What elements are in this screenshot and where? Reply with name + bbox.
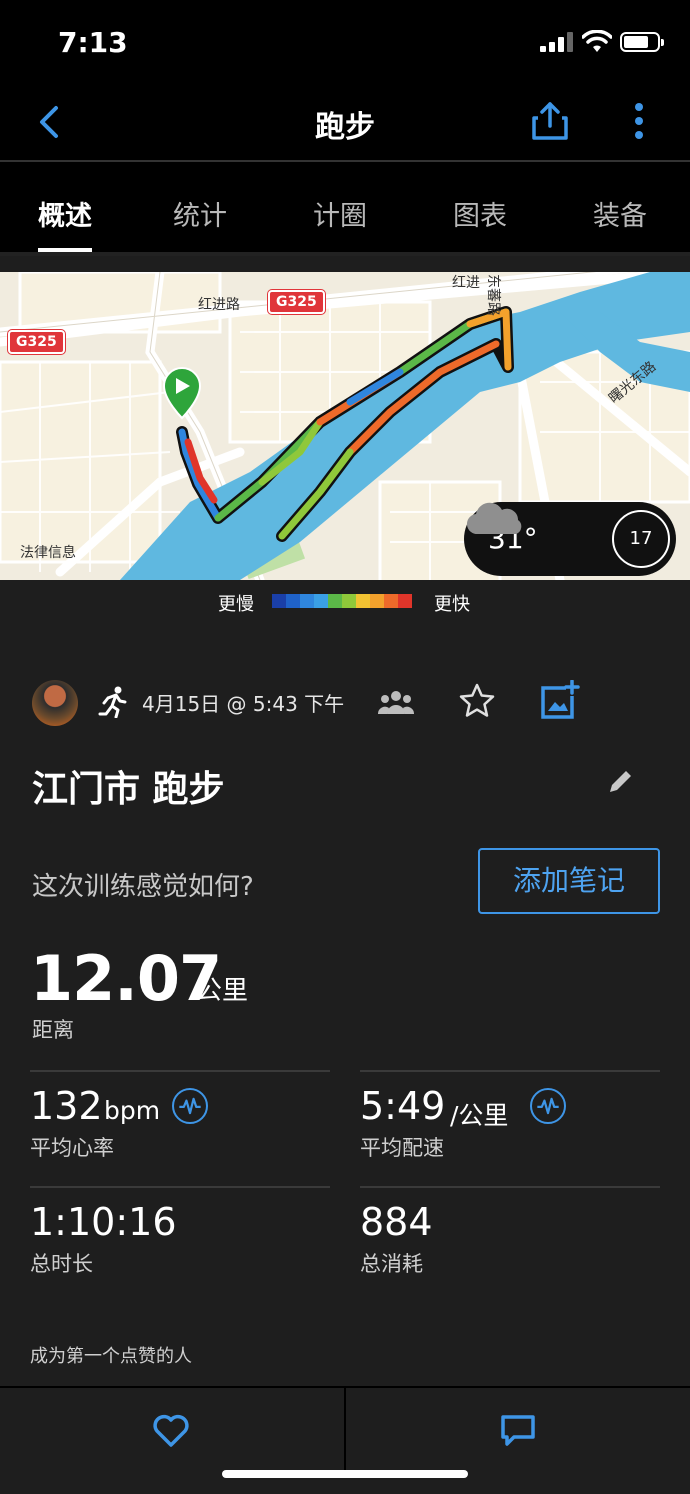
total-time-value: 1:10:16 (30, 1200, 177, 1244)
start-pin-icon (162, 366, 202, 420)
map-label-dongfan: 东蕃路 (485, 274, 501, 316)
like-button[interactable] (0, 1388, 344, 1472)
back-icon[interactable] (30, 102, 70, 142)
divider (30, 1186, 330, 1188)
likes-prompt: 成为第一个点赞的人 (30, 1346, 192, 1367)
edit-icon[interactable] (604, 766, 636, 798)
pace-color-swatch (328, 594, 342, 608)
distance-value: 12.07 (30, 942, 222, 1015)
cloud-icon (466, 502, 522, 535)
tab-stats[interactable]: 统计 (130, 164, 270, 252)
map-label-hongjin: 红进路 (198, 297, 240, 313)
heart-icon (153, 1414, 189, 1447)
legend-slower-label: 更慢 (218, 594, 254, 615)
pace-color-swatch (314, 594, 328, 608)
pace-color-swatch (300, 594, 314, 608)
running-icon (98, 686, 127, 718)
activity-title: 江门市 跑步 (32, 769, 225, 810)
comment-button[interactable] (346, 1388, 690, 1472)
pace-color-swatch (370, 594, 384, 608)
legal-info-link[interactable]: 法律信息 (20, 542, 76, 562)
group-icon[interactable] (378, 688, 414, 716)
map-top-gap (0, 256, 690, 272)
add-photo-icon[interactable] (540, 680, 580, 720)
avg-heart-rate-value: 132 (30, 1084, 103, 1128)
share-icon[interactable] (530, 100, 570, 142)
tab-charts[interactable]: 图表 (410, 164, 550, 252)
feel-prompt: 这次训练感觉如何? (32, 872, 254, 902)
activity-summary: 4月15日 @ 5:43 下午 江门市 跑步 这次训练感觉如何? 添加笔记 12… (0, 626, 690, 1386)
route-map[interactable]: G325 G325 红进路 红进 东蕃路 曙光东路 法律信息 31° 17 (0, 272, 690, 580)
pace-color-swatch (286, 594, 300, 608)
pace-color-scale (272, 594, 412, 608)
avg-pace-value: 5:49 (360, 1084, 446, 1128)
battery-icon (620, 32, 664, 52)
pace-color-swatch (342, 594, 356, 608)
avg-pace-unit: /公里 (450, 1101, 509, 1130)
heart-rate-icon[interactable] (172, 1088, 208, 1124)
activity-date: 4月15日 @ 5:43 下午 (142, 692, 345, 716)
pace-color-swatch (398, 594, 412, 608)
star-icon[interactable] (458, 682, 496, 720)
pace-color-swatch (384, 594, 398, 608)
pace-color-swatch (272, 594, 286, 608)
page-title: 跑步 (315, 110, 375, 145)
home-indicator (222, 1470, 468, 1478)
divider (30, 1070, 330, 1072)
comment-icon (501, 1415, 535, 1446)
avg-heart-rate-unit: bpm (104, 1096, 161, 1125)
calories-value: 884 (360, 1200, 433, 1244)
road-badge-g325-top: G325 (268, 290, 325, 314)
pace-color-swatch (356, 594, 370, 608)
status-time: 7:13 (58, 26, 128, 59)
weather-badge: 31° 17 (464, 502, 676, 576)
avatar[interactable] (32, 680, 78, 726)
pace-icon[interactable] (530, 1088, 566, 1124)
more-options-icon[interactable] (624, 100, 654, 142)
add-note-button[interactable]: 添加笔记 (478, 848, 660, 914)
divider (360, 1186, 660, 1188)
distance-label: 距离 (32, 1018, 74, 1042)
tab-laps[interactable]: 计圈 (270, 164, 410, 252)
map-label-hongjin-2: 红进 (452, 275, 480, 291)
total-time-label: 总时长 (30, 1252, 93, 1276)
road-badge-g325-left: G325 (8, 330, 65, 354)
wind-speed-dial: 17 (612, 510, 670, 568)
avg-heart-rate-label: 平均心率 (30, 1136, 114, 1160)
signal-icon (540, 32, 574, 52)
wifi-icon (582, 30, 612, 52)
avg-pace-label: 平均配速 (360, 1136, 444, 1160)
divider (360, 1070, 660, 1072)
calories-label: 总消耗 (360, 1252, 423, 1276)
status-bar: 7:13 (0, 0, 690, 86)
tab-gear[interactable]: 装备 (550, 164, 690, 252)
tab-bar: 概述 统计 计圈 图表 装备 (0, 164, 690, 256)
distance-unit: 公里 (196, 976, 249, 1006)
nav-bar: 跑步 (0, 86, 690, 162)
legend-faster-label: 更快 (434, 594, 470, 615)
tab-overview[interactable]: 概述 (0, 164, 130, 252)
